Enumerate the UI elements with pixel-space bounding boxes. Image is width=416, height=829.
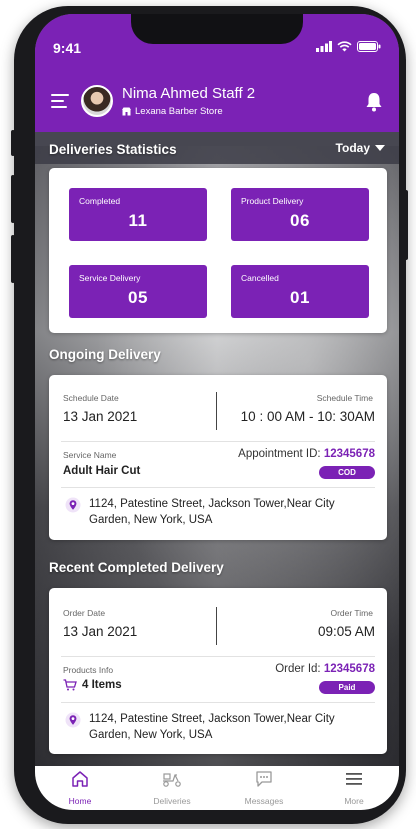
- side-button: [11, 130, 15, 156]
- service-name-label: Service Name: [63, 450, 117, 460]
- tab-messages[interactable]: Messages: [229, 769, 299, 806]
- store-name: Lexana Barber Store: [135, 106, 223, 117]
- stat-value: 05: [128, 288, 148, 307]
- order-id-line: Order Id: 12345678: [275, 663, 375, 675]
- divider: [61, 441, 375, 442]
- battery-icon: [357, 41, 381, 52]
- wifi-icon: [337, 41, 352, 52]
- stat-completed[interactable]: Completed 11: [69, 188, 207, 241]
- tab-more[interactable]: More: [319, 769, 389, 806]
- home-icon: [72, 771, 88, 787]
- location-pin-icon: [65, 712, 81, 728]
- order-date: 13 Jan 2021: [63, 624, 138, 639]
- date-filter-dropdown[interactable]: Today: [336, 141, 385, 155]
- schedule-time-label: Schedule Time: [316, 393, 373, 403]
- store-icon: [122, 107, 131, 116]
- chevron-down-icon: [375, 144, 385, 151]
- delivery-address: 1124, Patestine Street, Jackson Tower,Ne…: [89, 713, 335, 741]
- divider: [61, 702, 375, 703]
- store-line: Lexana Barber Store: [122, 106, 223, 117]
- status-icons: [316, 41, 381, 52]
- cart-icon: [63, 679, 77, 691]
- side-button: [11, 235, 15, 283]
- payment-badge: Paid: [319, 681, 375, 694]
- stats-title: Deliveries Statistics: [49, 142, 177, 157]
- tab-deliveries[interactable]: Deliveries: [137, 769, 207, 806]
- stat-cancelled[interactable]: Cancelled 01: [231, 265, 369, 318]
- stats-card: Completed 11 Product Delivery 06 Service…: [49, 168, 387, 333]
- tab-label: More: [344, 796, 364, 806]
- order-id-label: Order Id:: [275, 663, 321, 675]
- ongoing-title: Ongoing Delivery: [49, 347, 161, 362]
- appointment-id-label: Appointment ID:: [238, 448, 321, 460]
- schedule-time: 10 : 00 AM - 10: 30AM: [240, 409, 375, 424]
- schedule-date: 13 Jan 2021: [63, 409, 138, 424]
- stat-label: Cancelled: [241, 273, 279, 283]
- products-count: 4 Items: [63, 679, 122, 691]
- stat-value: 11: [128, 211, 148, 230]
- status-time: 9:41: [53, 40, 82, 56]
- divider: [216, 392, 217, 430]
- tab-home[interactable]: Home: [45, 769, 115, 806]
- stat-service-delivery[interactable]: Service Delivery 05: [69, 265, 207, 318]
- stat-label: Service Delivery: [79, 273, 141, 283]
- delivery-scooter-icon: [163, 773, 181, 787]
- menu-icon: [346, 773, 362, 785]
- location-pin-icon: [65, 497, 81, 513]
- products-count-text: 4 Items: [82, 679, 122, 691]
- order-time-label: Order Time: [330, 608, 373, 618]
- stat-label: Completed: [79, 196, 121, 206]
- appointment-id: 12345678: [323, 448, 375, 460]
- side-button: [404, 190, 408, 260]
- avatar[interactable]: [81, 85, 113, 117]
- date-filter-value: Today: [335, 141, 370, 155]
- schedule-date-label: Schedule Date: [63, 393, 119, 403]
- notch: [131, 14, 303, 44]
- divider: [61, 487, 375, 488]
- stat-label: Product Delivery: [241, 196, 304, 206]
- recent-delivery-card[interactable]: Order Date 13 Jan 2021 Order Time 09:05 …: [49, 588, 387, 754]
- payment-badge: COD: [319, 466, 375, 479]
- tab-label: Messages: [244, 796, 284, 806]
- divider: [216, 607, 217, 645]
- stat-value: 01: [290, 288, 310, 307]
- notification-bell-icon[interactable]: [365, 92, 383, 112]
- user-name: Nima Ahmed Staff 2: [122, 85, 256, 102]
- divider: [61, 656, 375, 657]
- order-time: 09:05 AM: [317, 624, 375, 639]
- app-screen: 9:41 Nima Ahmed Staff 2 Lexana Barber St…: [35, 14, 399, 810]
- ongoing-delivery-card[interactable]: Schedule Date 13 Jan 2021 Schedule Time …: [49, 375, 387, 540]
- stat-product-delivery[interactable]: Product Delivery 06: [231, 188, 369, 241]
- recent-title: Recent Completed Delivery: [49, 560, 224, 575]
- bottom-tab-bar: Home Deliveries Messages More: [35, 766, 399, 810]
- order-id: 12345678: [323, 663, 375, 675]
- products-info-label: Products Info: [63, 665, 114, 675]
- chat-icon: [256, 771, 272, 787]
- hamburger-menu-icon[interactable]: [51, 94, 69, 108]
- tab-label: Home: [68, 796, 92, 806]
- service-name: Adult Hair Cut: [63, 465, 141, 477]
- tab-label: Deliveries: [153, 796, 191, 806]
- order-date-label: Order Date: [63, 608, 106, 618]
- signal-icon: [316, 41, 332, 52]
- appointment-id-line: Appointment ID: 12345678: [238, 448, 375, 460]
- side-button: [11, 175, 15, 223]
- stat-value: 06: [290, 211, 310, 230]
- delivery-address: 1124, Patestine Street, Jackson Tower,Ne…: [89, 498, 335, 526]
